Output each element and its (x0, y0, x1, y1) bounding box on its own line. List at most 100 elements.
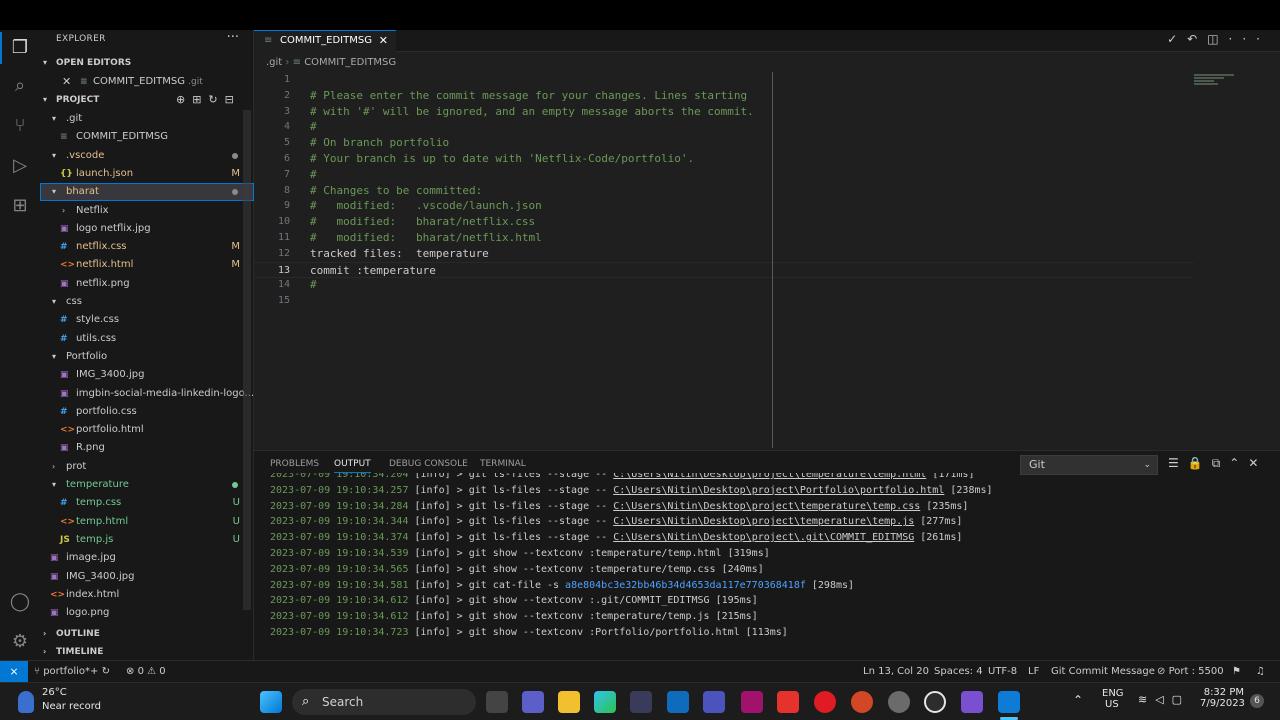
close-icon[interactable]: ✕ (62, 73, 71, 91)
edge-browser-icon[interactable] (594, 691, 616, 713)
tab-problems[interactable]: PROBLEMS (270, 459, 319, 473)
file-item[interactable]: JS temp.js U (40, 531, 254, 549)
file-explorer-icon[interactable] (558, 691, 580, 713)
file-item[interactable]: ▣ logo netflix.jpg (40, 220, 254, 238)
line-ending[interactable]: LF (1028, 661, 1039, 683)
tab-debug-console[interactable]: DEBUG CONSOLE (389, 459, 468, 473)
app-icon[interactable] (630, 691, 652, 713)
language-mode[interactable]: Git Commit Message (1051, 661, 1155, 683)
output-log[interactable]: 2023-07-09 19:10:34.204 [info] > git ls-… (270, 473, 1270, 659)
panel-actions[interactable]: ☰🔒⧉⌃✕ (1168, 456, 1267, 471)
tab-output[interactable]: OUTPUT (334, 459, 371, 473)
file-item[interactable]: # netflix.css M (40, 238, 254, 256)
source-control-icon[interactable]: ⑂ (8, 114, 32, 138)
extensions-icon[interactable]: ⊞ (8, 194, 32, 218)
explorer-actions[interactable]: ⊕⊞↻⊟ (176, 91, 241, 109)
breadcrumb[interactable]: .git › ≡ COMMIT_EDITMSG (266, 57, 396, 68)
log-path-link[interactable]: C:\Users\Nitin\Desktop\project\temperatu… (613, 516, 914, 527)
search-icon[interactable]: ⌕ (8, 74, 32, 98)
folder-item[interactable]: › prot (40, 458, 254, 476)
folder-item[interactable]: ▾ .vscode (40, 147, 254, 165)
file-item[interactable]: ≡ COMMIT_EDITMSG (40, 128, 254, 146)
encoding[interactable]: UTF-8 (988, 661, 1017, 683)
code-line[interactable]: 1 (254, 72, 1194, 88)
folder-item[interactable]: ▾ temperature (40, 476, 254, 494)
file-item[interactable]: ▣ IMG_3400.jpg (40, 366, 254, 384)
live-server-port[interactable]: ⊘ Port : 5500 (1157, 661, 1224, 683)
file-item[interactable]: # portfolio.css (40, 403, 254, 421)
file-item[interactable]: ▣ logo.png (40, 604, 254, 622)
mail-icon[interactable] (667, 691, 689, 713)
powerpoint-icon[interactable] (851, 691, 873, 713)
file-item[interactable]: <> netflix.html M (40, 256, 254, 274)
code-line[interactable]: 5 # On branch portfolio (254, 135, 1194, 151)
file-item[interactable]: # temp.css U (40, 494, 254, 512)
code-line[interactable]: 8 # Changes to be committed: (254, 183, 1194, 199)
file-item[interactable]: ▣ R.png (40, 439, 254, 457)
open-editors-header[interactable]: ▾ OPEN EDITORS (40, 54, 254, 72)
windows-start-icon[interactable] (260, 691, 282, 713)
opera-browser-icon[interactable] (814, 691, 836, 713)
sidebar-scrollbar[interactable] (243, 110, 251, 610)
teams-icon[interactable] (703, 691, 725, 713)
folder-item[interactable]: ▾ .git (40, 110, 254, 128)
notification-badge[interactable]: 6 (1250, 694, 1264, 708)
tab-commit-editmsg[interactable]: ≡ COMMIT_EDITMSG ✕ (254, 30, 396, 52)
file-item[interactable]: ▣ image.jpg (40, 549, 254, 567)
code-line[interactable]: 12 tracked files: temperature (254, 246, 1194, 262)
more-actions-icon[interactable]: ··· (227, 30, 239, 45)
chat-icon[interactable] (522, 691, 544, 713)
log-path-link[interactable]: C:\Users\Nitin\Desktop\project\temperatu… (613, 501, 920, 512)
close-icon[interactable]: ✕ (379, 31, 388, 51)
code-line[interactable]: 4 # (254, 119, 1194, 135)
file-item[interactable]: # style.css (40, 311, 254, 329)
log-path-link[interactable]: C:\Users\Nitin\Desktop\project\.git\COMM… (613, 532, 914, 543)
folder-item[interactable]: ▾ bharat (40, 183, 254, 202)
cursor-position[interactable]: Ln 13, Col 20 (863, 661, 929, 683)
file-item[interactable]: <> portfolio.html (40, 421, 254, 439)
code-line[interactable]: 11 # modified: bharat/netflix.html (254, 230, 1194, 246)
code-line[interactable]: 14 # (254, 277, 1194, 293)
timeline-header[interactable]: › TIMELINE (40, 643, 254, 661)
code-line[interactable]: 6 # Your branch is up to date with 'Netfl… (254, 151, 1194, 167)
task-view-icon[interactable] (486, 691, 508, 713)
file-item[interactable]: <> temp.html U (40, 513, 254, 531)
code-line[interactable]: 13 commit :temperature (254, 261, 1194, 278)
branch-status[interactable]: ⑂ portfolio*+ ↻ (34, 661, 110, 683)
code-line[interactable]: 7 # (254, 167, 1194, 183)
media-app-icon[interactable] (741, 691, 763, 713)
chevron-up-icon[interactable]: ⌃ (1073, 693, 1083, 707)
code-line[interactable]: 9 # modified: .vscode/launch.json (254, 198, 1194, 214)
code-line[interactable]: 3 # with '#' will be ignored, and an empt… (254, 104, 1194, 120)
media-player-icon[interactable] (924, 691, 946, 713)
code-line[interactable]: 10 # modified: bharat/netflix.css (254, 214, 1194, 230)
wps-office-icon[interactable] (777, 691, 799, 713)
problems-status[interactable]: ⊗ 0 ⚠ 0 (126, 661, 166, 683)
folder-item[interactable]: ▾ css (40, 293, 254, 311)
open-editor-item[interactable]: ✕ ≡ COMMIT_EDITMSG .git (40, 73, 254, 91)
vscode-icon[interactable] (998, 691, 1020, 713)
file-item[interactable]: ▣ imgbin-social-media-linkedin-logo... (40, 385, 254, 403)
clock[interactable]: 8:32 PM 7/9/2023 (1200, 687, 1245, 709)
notifications-bell-icon[interactable]: ♫ (1256, 661, 1265, 683)
run-debug-icon[interactable]: ▷ (8, 154, 32, 178)
editor-actions[interactable]: ✓↶◫··· (1167, 32, 1270, 46)
code-line[interactable]: 2 # Please enter the commit message for y… (254, 88, 1194, 104)
outline-header[interactable]: › OUTLINE (40, 625, 254, 643)
explorer-files-icon[interactable]: ❐ (0, 32, 32, 64)
account-icon[interactable]: ◯ (8, 590, 32, 614)
file-item[interactable]: {} launch.json M (40, 165, 254, 183)
app-icon[interactable] (961, 691, 983, 713)
folder-item[interactable]: ▾ Portfolio (40, 348, 254, 366)
file-item[interactable]: ▣ IMG_3400.jpg (40, 568, 254, 586)
file-item[interactable]: <> index.html (40, 586, 254, 604)
remote-indicator-icon[interactable]: ⨯ (0, 661, 28, 683)
folder-item[interactable]: › Netflix (40, 202, 254, 220)
minimap[interactable] (1194, 74, 1238, 90)
project-header[interactable]: ▾ PROJECT ⊕⊞↻⊟ (40, 91, 254, 109)
file-item[interactable]: ▣ netflix.png (40, 275, 254, 293)
system-tray-icons[interactable]: ≋◁▢ (1138, 693, 1190, 706)
code-line[interactable]: 15 (254, 293, 1194, 309)
language-indicator[interactable]: ENG US (1102, 688, 1124, 710)
settings-gear-icon[interactable]: ⚙ (8, 630, 32, 654)
